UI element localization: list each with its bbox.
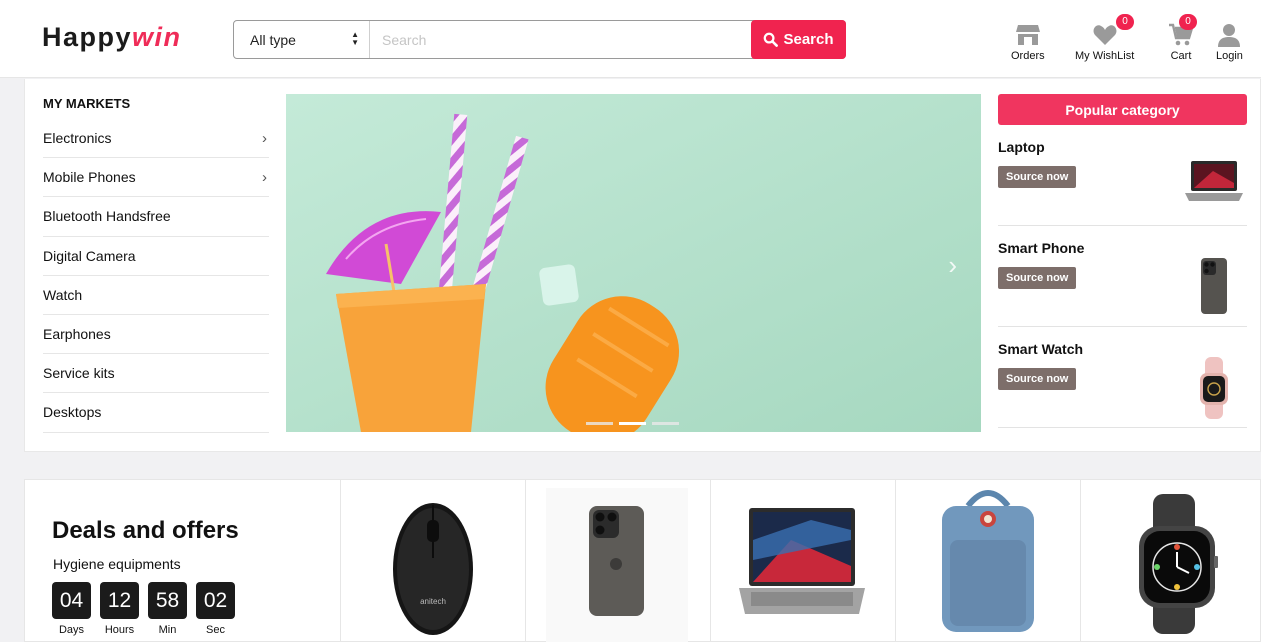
hero-section: MY MARKETS Electronics › Mobile Phones › B… xyxy=(24,79,1261,452)
menu-item-label: Watch xyxy=(43,286,83,303)
laptop-image xyxy=(1185,161,1243,201)
banner-image xyxy=(286,94,981,432)
heart-icon xyxy=(1093,25,1117,45)
search-button[interactable]: Search xyxy=(751,20,846,59)
logo-text-main: Happy xyxy=(42,22,133,52)
timer-value: 12 xyxy=(100,582,139,619)
carousel-dot-active[interactable] xyxy=(619,422,646,425)
menu-item-bluetooth-handsfree[interactable]: Bluetooth Handsfree xyxy=(43,197,269,237)
menu-item-label: Bluetooth Handsfree xyxy=(43,208,171,225)
countdown-timer: 04 Days 12 Hours 58 Min 02 Sec xyxy=(52,582,235,636)
deal-product-laptop[interactable] xyxy=(711,480,896,642)
logo-text-accent: win xyxy=(132,22,182,52)
laptop-image xyxy=(739,508,865,614)
carousel-indicators xyxy=(586,422,679,425)
deals-subtitle: Hygiene equipments xyxy=(53,556,181,572)
popular-category-title: Popular category xyxy=(998,94,1247,125)
popular-item-smart-watch: Smart Watch Source now xyxy=(998,327,1247,428)
timer-label: Min xyxy=(158,624,177,636)
menu-item-label: Mobile Phones xyxy=(43,169,136,186)
wishlist-count-badge: 0 xyxy=(1116,14,1134,30)
popular-item-name[interactable]: Laptop xyxy=(998,139,1045,155)
timer-value: 58 xyxy=(148,582,187,619)
carousel-dot[interactable] xyxy=(652,422,679,425)
carousel-dot[interactable] xyxy=(586,422,613,425)
site-header: Happywin All type ▲▼ Search Orders My Wi… xyxy=(0,0,1261,78)
smartphone-image xyxy=(1201,258,1227,314)
logo[interactable]: Happywin xyxy=(42,22,182,53)
menu-item-electronics[interactable]: Electronics › xyxy=(43,119,269,159)
menu-item-label: Electronics xyxy=(43,130,112,147)
search-button-label: Search xyxy=(783,31,834,48)
backpack-image xyxy=(942,490,1034,632)
chevron-right-icon: › xyxy=(948,250,957,280)
popular-category-panel: Popular category Laptop Source now Smart… xyxy=(998,94,1247,428)
popular-item-name[interactable]: Smart Phone xyxy=(998,240,1084,256)
deal-product-phone[interactable] xyxy=(526,480,711,642)
menu-item-watch[interactable]: Watch xyxy=(43,276,269,315)
timer-label: Sec xyxy=(206,624,225,636)
popular-item-laptop: Laptop Source now xyxy=(998,125,1247,226)
search-bar: All type ▲ ▼ Search xyxy=(233,20,846,59)
popular-item-smart-phone: Smart Phone Source now xyxy=(998,226,1247,327)
deal-product-mouse[interactable]: anitech xyxy=(341,480,526,642)
nav-wishlist-label: My WishList xyxy=(1075,50,1135,62)
chevron-right-icon: › xyxy=(262,168,267,186)
deal-product-smartwatch[interactable] xyxy=(1081,480,1261,642)
menu-item-mobile-phones[interactable]: Mobile Phones › xyxy=(43,158,269,198)
timer-value: 02 xyxy=(196,582,235,619)
timer-label: Hours xyxy=(104,624,135,636)
deals-info: Deals and offers Hygiene equipments 04 Da… xyxy=(25,480,341,642)
source-now-button[interactable]: Source now xyxy=(998,267,1077,289)
menu-item-digital-camera[interactable]: Digital Camera xyxy=(43,237,269,276)
timer-value: 04 xyxy=(52,582,91,619)
nav-login-label: Login xyxy=(1216,50,1243,62)
markets-menu: Electronics › Mobile Phones › Bluetooth Ha… xyxy=(43,119,269,433)
search-input[interactable] xyxy=(370,21,751,58)
search-icon xyxy=(764,32,779,47)
select-caret-icon: ▲ ▼ xyxy=(351,30,359,47)
source-now-button[interactable]: Source now xyxy=(998,368,1077,390)
markets-title: MY MARKETS xyxy=(43,96,131,111)
chevron-right-icon: › xyxy=(262,129,267,147)
timer-hours: 12 Hours xyxy=(100,582,139,636)
deal-product-backpack[interactable] xyxy=(896,480,1081,642)
menu-item-desktops[interactable]: Desktops xyxy=(43,393,269,433)
category-select[interactable]: All type ▲ ▼ xyxy=(234,21,370,58)
menu-item-service-kits[interactable]: Service kits xyxy=(43,354,269,394)
menu-item-earphones[interactable]: Earphones xyxy=(43,315,269,355)
timer-label: Days xyxy=(58,624,85,636)
menu-item-label: Earphones xyxy=(43,326,111,343)
deals-title: Deals and offers xyxy=(52,517,239,544)
timer-seconds: 02 Sec xyxy=(196,582,235,636)
user-icon xyxy=(1218,24,1241,47)
smartphone-image xyxy=(546,488,688,642)
nav-login[interactable]: Login xyxy=(1216,22,1243,62)
nav-wishlist[interactable]: My WishList 0 xyxy=(1075,14,1135,62)
nav-cart[interactable]: Cart 0 xyxy=(1168,14,1197,62)
timer-minutes: 58 Min xyxy=(148,582,187,636)
mouse-image: anitech xyxy=(393,503,473,635)
nav-orders[interactable]: Orders xyxy=(1011,22,1045,62)
cart-count-badge: 0 xyxy=(1179,14,1197,30)
smartwatch-image xyxy=(1139,494,1218,634)
carousel-next-button[interactable]: › xyxy=(948,250,957,281)
store-icon xyxy=(1015,25,1040,45)
timer-days: 04 Days xyxy=(52,582,91,636)
category-select-value: All type xyxy=(250,31,296,48)
smartwatch-image xyxy=(1200,357,1228,419)
deals-section: Deals and offers Hygiene equipments 04 Da… xyxy=(24,479,1261,642)
hero-banner-carousel[interactable]: › xyxy=(286,94,981,432)
svg-text:anitech: anitech xyxy=(420,597,446,606)
popular-item-name[interactable]: Smart Watch xyxy=(998,341,1083,357)
menu-item-label: Digital Camera xyxy=(43,247,136,264)
nav-cart-label: Cart xyxy=(1170,50,1192,62)
nav-orders-label: Orders xyxy=(1011,50,1045,62)
source-now-button[interactable]: Source now xyxy=(998,166,1077,188)
menu-item-label: Service kits xyxy=(43,365,115,382)
menu-item-label: Desktops xyxy=(43,404,102,421)
